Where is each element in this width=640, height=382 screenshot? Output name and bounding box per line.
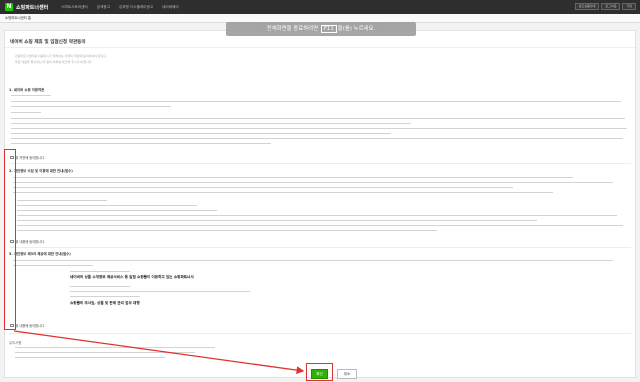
nav-smartstore[interactable]: 스마트스토어센터 bbox=[61, 5, 87, 10]
join-button[interactable]: 가입 bbox=[622, 3, 636, 10]
terms-text-line bbox=[17, 220, 537, 222]
terms-text-line bbox=[17, 215, 617, 217]
terms-text-line bbox=[13, 192, 553, 194]
terms-text-line bbox=[11, 143, 271, 145]
terms-panel: 네이버 쇼핑 제휴 및 입점신청 약관동의 · 쇼핑파트너센터를 이용하시기 위… bbox=[4, 30, 636, 378]
footer-note-line bbox=[15, 357, 165, 359]
footer-note-line bbox=[15, 352, 195, 354]
agree-label-2: 위 내용에 동의합니다. bbox=[15, 240, 45, 244]
cancel-button[interactable]: 취소 bbox=[337, 369, 357, 379]
terms-text-line bbox=[11, 138, 623, 140]
terms-text-line bbox=[17, 200, 107, 202]
terms-text-line bbox=[17, 205, 197, 207]
section-divider bbox=[9, 163, 631, 164]
naver-logo-icon[interactable]: N bbox=[5, 3, 13, 11]
banner-suffix: 을(를) 누르세요. bbox=[337, 26, 376, 32]
purpose-emphasis: 쇼핑몰의 조사임, 상품 및 판매 관리 업무 대행 bbox=[70, 301, 140, 305]
terms-text-line bbox=[70, 296, 140, 298]
terms-text-line bbox=[70, 271, 130, 273]
notice-line-1: · 쇼핑파트너센터를 이용하시기 위해서는 아래의 약관에 동의하셔야 합니다. bbox=[13, 54, 108, 58]
terms-text-line bbox=[17, 230, 437, 232]
nav-display-ads[interactable]: 성과형 디스플레이광고 bbox=[119, 5, 153, 10]
nav-naverpay[interactable]: 네이버페이 bbox=[162, 5, 179, 10]
title-divider bbox=[5, 47, 635, 48]
terms-text-line bbox=[17, 225, 623, 227]
checkbox-highlight-box bbox=[4, 149, 16, 330]
terms-text-line bbox=[11, 95, 51, 97]
terms-text-line bbox=[11, 123, 411, 125]
terms-text-line bbox=[70, 291, 250, 293]
terms-text-line bbox=[13, 265, 93, 267]
terms-text-line bbox=[11, 112, 41, 114]
terms-text-line bbox=[13, 177, 573, 179]
confirm-button[interactable]: 확인 bbox=[311, 369, 328, 379]
section-divider bbox=[9, 333, 631, 334]
terms-text-line bbox=[70, 286, 130, 288]
section-1-heading: 1. 네이버 쇼핑 이용약관 bbox=[9, 88, 45, 92]
terms-text-line bbox=[13, 260, 613, 262]
top-nav-bar: N 쇼핑파트너센터 스마트스토어센터 검색광고 성과형 디스플레이광고 네이버페… bbox=[0, 0, 640, 14]
banner-prefix: 전체화면을 종료하려면 bbox=[266, 26, 319, 32]
logout-button[interactable]: 로그아웃 bbox=[601, 3, 621, 10]
footer-note-line bbox=[15, 347, 215, 349]
terms-text-line bbox=[11, 101, 621, 103]
agree-label-1: 위 약관에 동의합니다. bbox=[15, 156, 45, 160]
terms-text-line bbox=[11, 133, 391, 135]
terms-text-line bbox=[13, 187, 513, 189]
agree-label-3: 위 내용에 동의합니다. bbox=[15, 324, 45, 328]
ad-products-button[interactable]: 광고상품안내 bbox=[574, 3, 600, 10]
terms-text-line bbox=[13, 182, 613, 184]
terms-text-line bbox=[11, 106, 171, 108]
section-divider bbox=[9, 247, 631, 248]
notice-line-2: · 약관 내용을 확인하신 후 동의 여부를 체크해 주시기 바랍니다. bbox=[13, 60, 93, 64]
nav-search-ads[interactable]: 검색광고 bbox=[97, 5, 110, 10]
fullscreen-exit-banner: 전체화면을 종료하려면 F11 을(를) 누르세요. bbox=[226, 22, 416, 36]
recipient-emphasis: 네이버의 상품 소개정보 제공서비스 등 입점 쇼핑몰이 이용하고 있는 쇼핑파… bbox=[70, 275, 194, 279]
page-title: 네이버 쇼핑 제휴 및 입점신청 약관동의 bbox=[10, 40, 86, 45]
footer-notes-heading: 유의사항 bbox=[9, 341, 22, 345]
terms-text-line bbox=[17, 210, 217, 212]
terms-text-line bbox=[11, 128, 627, 130]
top-right-actions: 광고상품안내 로그아웃 가입 bbox=[574, 3, 636, 10]
f11-key-badge: F11 bbox=[320, 25, 337, 33]
section-2-heading: 2. 개인정보 수집 및 이용에 대한 안내(필수) bbox=[9, 169, 73, 173]
section-3-heading: 3. 개인정보 제3자 제공에 대한 안내(필수) bbox=[9, 252, 71, 256]
terms-text-line bbox=[11, 118, 625, 120]
brand-title[interactable]: 쇼핑파트너센터 bbox=[16, 4, 48, 11]
